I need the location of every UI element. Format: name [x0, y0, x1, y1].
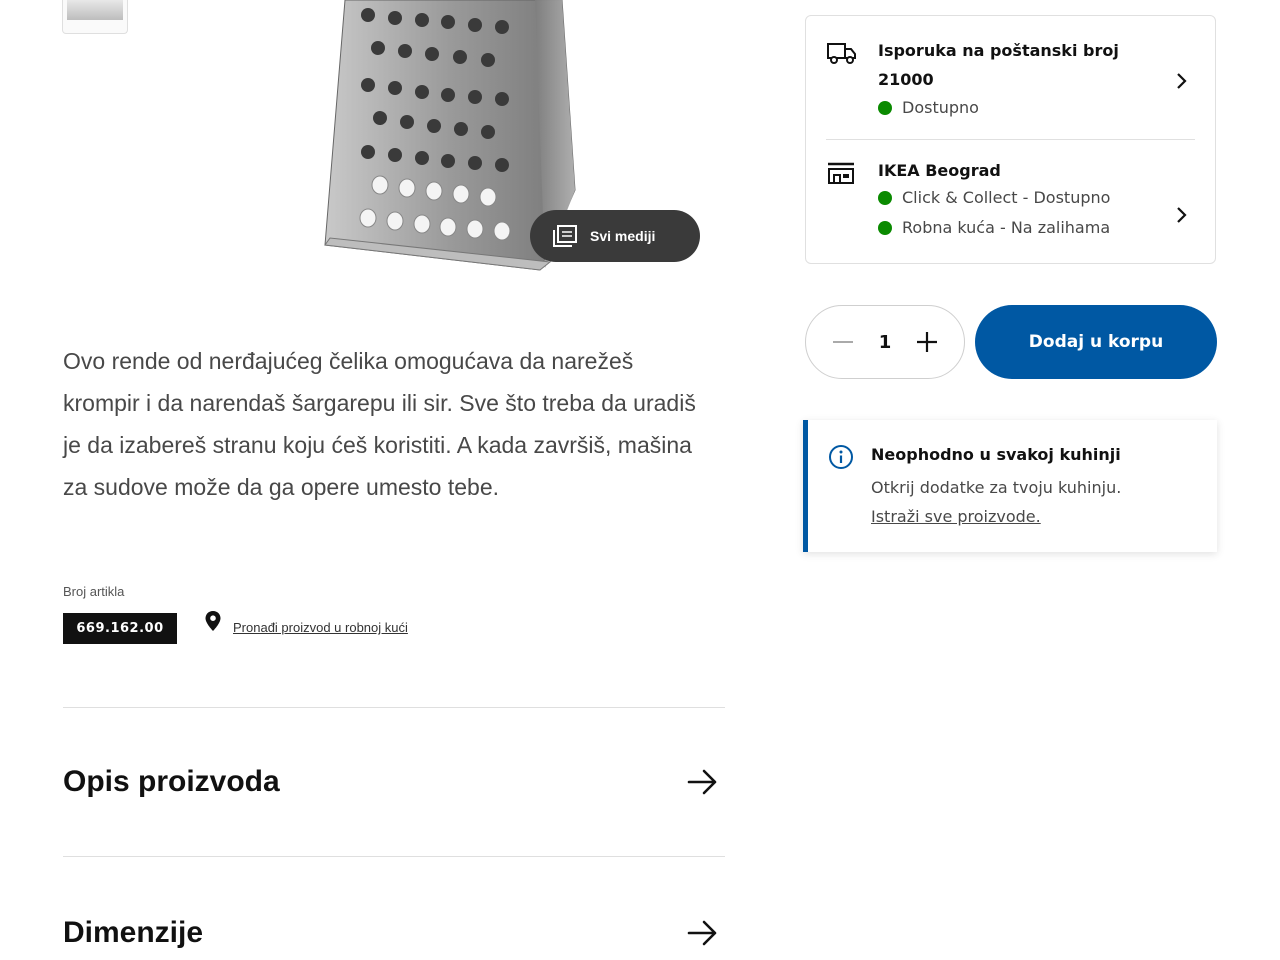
accordion-title: Dimenzije: [63, 916, 204, 949]
available-dot: [878, 190, 892, 205]
availability-card: Isporuka na poštanski broj 21000 Dostupn…: [805, 15, 1216, 264]
delivery-title: Isporuka na poštanski broj 21000: [878, 36, 1119, 94]
accordion-dimensions[interactable]: Dimenzije: [63, 903, 725, 960]
explore-products-link[interactable]: Istraži sve proizvode.: [871, 507, 1041, 526]
info-title: Neophodno u svakoj kuhinji: [871, 445, 1121, 464]
find-in-store-link[interactable]: Pronađi proizvod u robnoj kući: [233, 620, 408, 635]
click-collect-status-text: Click & Collect - Dostupno: [902, 188, 1111, 207]
chevron-right-icon: [1177, 73, 1187, 89]
accordion-product-description[interactable]: Opis proizvoda: [63, 752, 725, 812]
store-availability-row[interactable]: IKEA Beograd Click & Collect - Dostupno …: [806, 140, 1215, 265]
delivery-availability-row[interactable]: Isporuka na poštanski broj 21000 Dostupn…: [806, 16, 1215, 139]
chevron-right-icon: [1177, 207, 1187, 223]
article-number-label: Broj artikla: [63, 584, 125, 599]
delivery-status: Dostupno: [878, 98, 979, 117]
product-description: Ovo rende od nerđajućeg čelika omogućava…: [63, 348, 696, 500]
in-store-status-text: Robna kuća - Na zalihama: [902, 218, 1111, 237]
delivery-title-line1: Isporuka na poštanski broj: [878, 41, 1119, 60]
store-title: IKEA Beograd: [878, 161, 1001, 180]
add-to-cart-button[interactable]: Dodaj u korpu: [975, 305, 1217, 379]
info-icon: [829, 445, 853, 469]
arrow-right-icon: [687, 920, 717, 946]
images-icon: [553, 225, 577, 247]
map-pin-icon: [205, 611, 221, 631]
in-stock-dot: [878, 220, 892, 235]
divider: [63, 856, 725, 857]
truck-icon: [827, 43, 856, 64]
decrease-quantity-button[interactable]: [828, 327, 858, 357]
all-media-button[interactable]: Svi mediji: [530, 210, 700, 262]
delivery-postcode: 21000: [878, 70, 934, 89]
thumbnail-image: [67, 0, 123, 20]
all-media-label: Svi mediji: [590, 228, 656, 244]
product-thumbnail[interactable]: [62, 0, 128, 34]
arrow-right-icon: [687, 769, 717, 795]
delivery-status-text: Dostupno: [902, 98, 979, 117]
plus-icon: [917, 332, 937, 352]
in-store-status: Robna kuća - Na zalihama: [878, 218, 1110, 237]
minus-icon: [833, 341, 853, 343]
divider: [63, 707, 725, 708]
accordion-title: Opis proizvoda: [63, 765, 280, 798]
info-text: Otkrij dodatke za tvoju kuhinju.: [871, 478, 1122, 497]
available-dot: [878, 100, 892, 115]
info-card: Neophodno u svakoj kuhinji Otkrij dodatk…: [803, 420, 1217, 552]
increase-quantity-button[interactable]: [912, 327, 942, 357]
quantity-value[interactable]: 1: [879, 332, 892, 353]
article-number: 669.162.00: [63, 613, 177, 644]
store-icon: [828, 162, 854, 184]
quantity-stepper: 1: [805, 305, 965, 379]
click-collect-status: Click & Collect - Dostupno: [878, 188, 1110, 207]
